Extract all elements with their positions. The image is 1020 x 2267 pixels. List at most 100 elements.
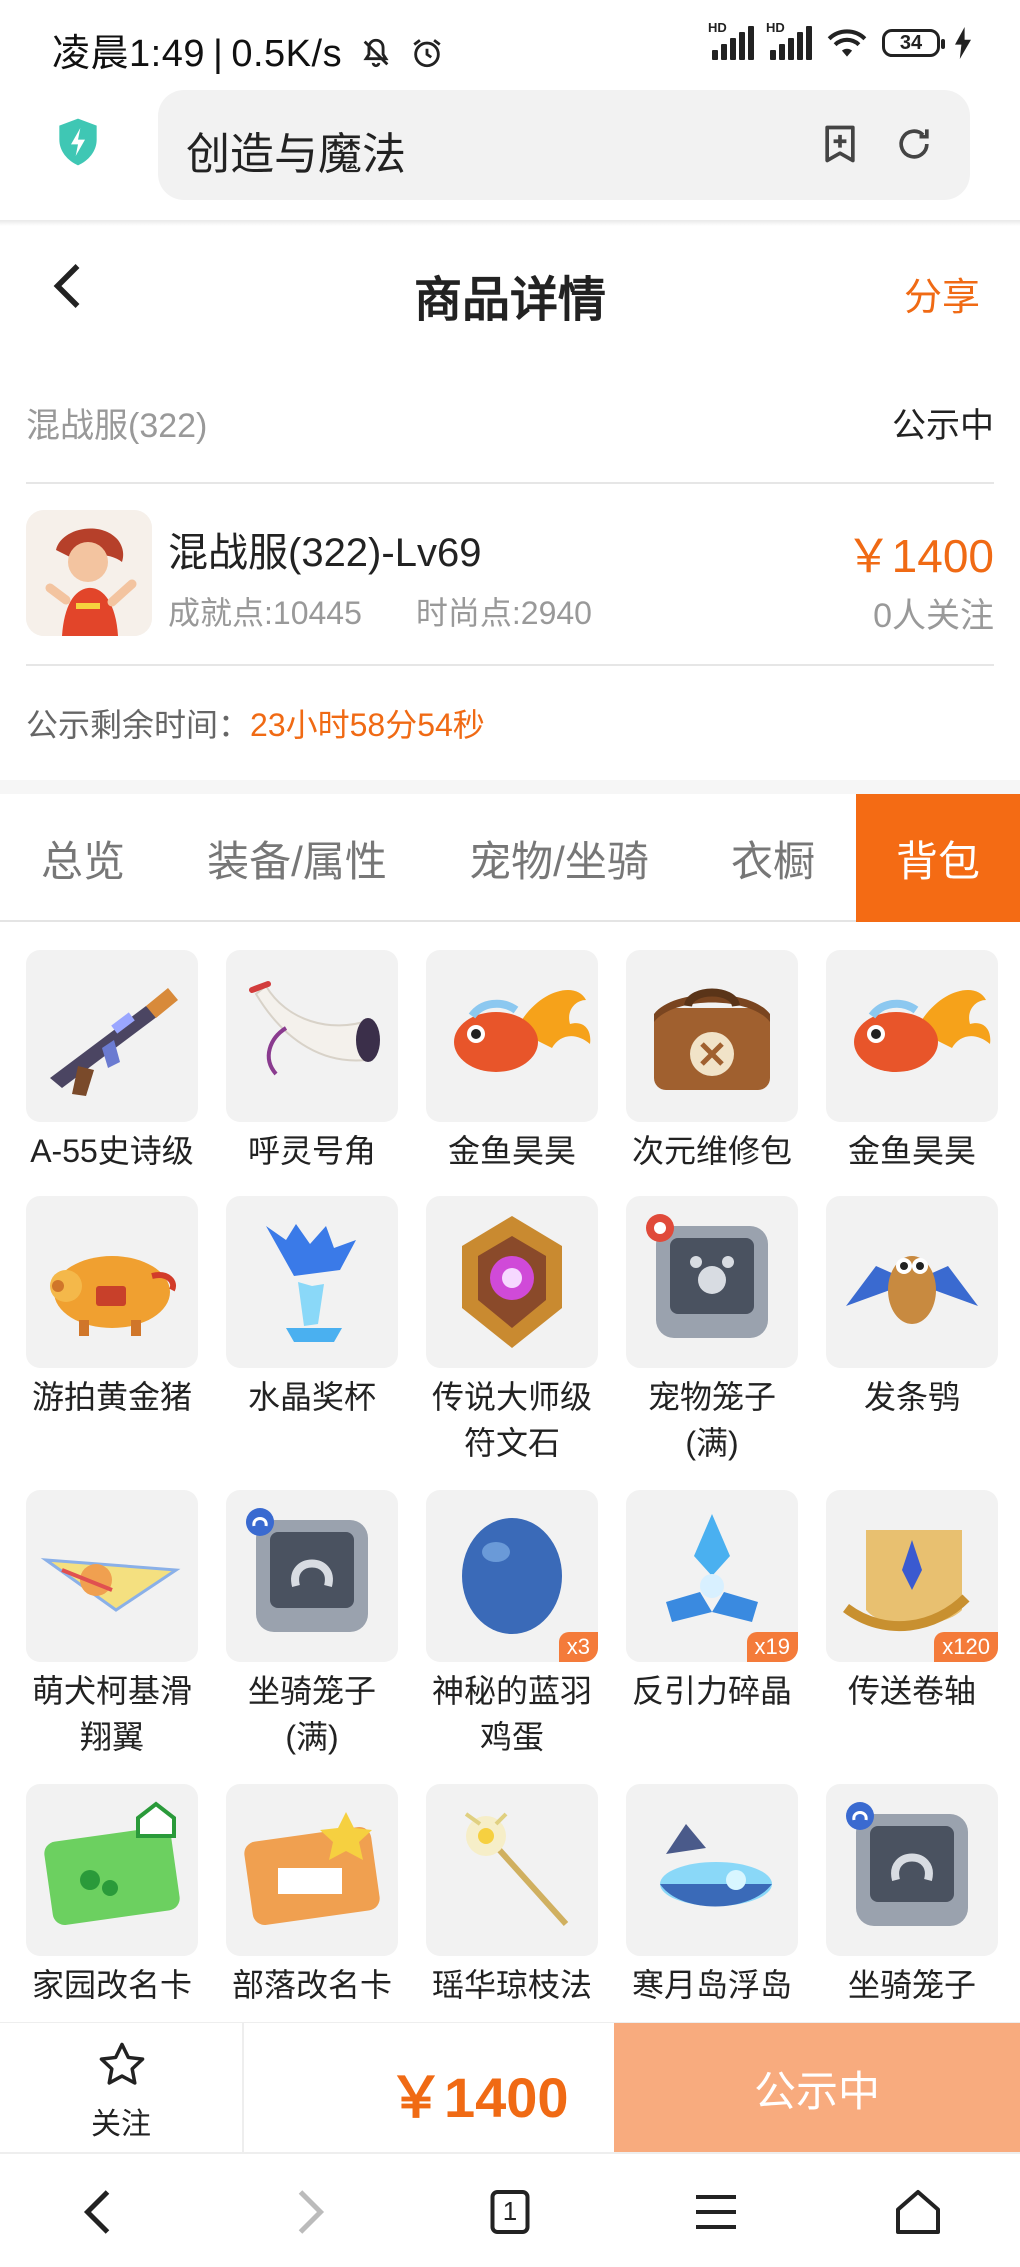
grid-item[interactable]: 发条鸮: [826, 1196, 998, 1420]
add-bookmark-icon[interactable]: [818, 122, 862, 166]
address-field[interactable]: 创造与魔法: [158, 90, 970, 200]
floating-island-icon: [626, 1784, 798, 1956]
follower-count: 0人关注: [873, 597, 994, 635]
product-price: ￥1400: [845, 530, 994, 582]
countdown-value: 23小时58分54秒: [250, 707, 485, 743]
grid-item[interactable]: 萌犬柯基滑翔翼: [26, 1490, 198, 1760]
product-summary[interactable]: 混战服(322)-Lv69 成就点:10445 时尚点:2940 ￥1400 0人…: [26, 484, 994, 666]
grid-item[interactable]: 宠物笼子(满): [626, 1196, 798, 1466]
staff-icon: [426, 1784, 598, 1956]
signal-icon-2: HD: [766, 20, 812, 60]
clockwork-owl-icon: [826, 1196, 998, 1368]
menu-icon[interactable]: [686, 2182, 746, 2242]
item-label: 金鱼昊昊: [847, 1133, 976, 1169]
grid-item[interactable]: 金鱼昊昊: [426, 950, 598, 1174]
grid-item[interactable]: x19 反引力碎晶: [626, 1490, 798, 1714]
item-label: 反引力碎晶: [631, 1673, 792, 1709]
status-bar: 凌晨1:49 | 0.5K/s HD HD 34: [0, 0, 1020, 90]
grid-item[interactable]: 寒月岛浮岛皮肤: [626, 1784, 798, 2005]
golden-pig-icon: [26, 1196, 198, 1368]
tab-count: 1: [502, 2196, 518, 2226]
home-card-icon: [26, 1784, 198, 1956]
item-label: 坐骑笼子(满): [847, 1967, 976, 2003]
product-stats: 成就点:10445 时尚点:2940: [168, 588, 592, 634]
item-label: 次元维修包: [631, 1133, 792, 1169]
publicity-status-button[interactable]: 公示中: [614, 2023, 1020, 2153]
grid-item[interactable]: 瑶华琼枝法杖: [426, 1784, 598, 2005]
crystal-trophy-icon: [226, 1196, 398, 1368]
backpack-grid: A-55史诗级 呼灵号角 金鱼昊昊 次元维修包 金鱼昊昊 游拍黄金猪 水晶奖杯 …: [26, 950, 998, 2005]
item-label: 游拍黄金猪: [31, 1379, 192, 1415]
grid-item[interactable]: 水晶奖杯: [226, 1196, 398, 1420]
mount-cage-icon: [226, 1490, 398, 1662]
tab-backpack[interactable]: 背包: [856, 794, 1020, 922]
item-label: 家园改名卡: [31, 1967, 192, 2003]
nav-forward-icon[interactable]: [278, 2182, 338, 2242]
nav-back-icon[interactable]: [70, 2182, 130, 2242]
pet-cage-icon: [626, 1196, 798, 1368]
item-label: 部落改名卡: [231, 1967, 392, 2003]
scroll-icon: x120: [826, 1490, 998, 1662]
grid-item[interactable]: 家园改名卡: [26, 1784, 198, 2005]
star-icon: [99, 2042, 145, 2085]
item-label: 传送卷轴: [847, 1673, 976, 1709]
item-label: 神秘的蓝羽鸡蛋: [431, 1673, 592, 1755]
gun-icon: [26, 950, 198, 1122]
grid-item[interactable]: 传说大师级符文石: [426, 1196, 598, 1466]
goldfish-icon: [826, 950, 998, 1122]
grid-item[interactable]: 金鱼昊昊: [826, 950, 998, 1174]
total-price: ￥1400: [388, 2066, 569, 2129]
item-label: 瑶华琼枝法杖: [431, 1967, 592, 2003]
goldfish-icon: [426, 950, 598, 1122]
browser-address-bar: 创造与魔法: [0, 90, 1020, 222]
item-label: 水晶奖杯: [247, 1379, 376, 1415]
item-label: 金鱼昊昊: [447, 1133, 576, 1169]
browser-nav-bar: 1: [0, 2152, 1020, 2267]
grid-item[interactable]: 坐骑笼子(满): [826, 1784, 998, 2005]
item-label: 呼灵号角: [247, 1133, 376, 1169]
grid-item[interactable]: A-55史诗级: [26, 950, 198, 1174]
shield-icon[interactable]: [50, 114, 106, 170]
purchase-bar: 关注 ￥1400 公示中: [0, 2022, 1020, 2153]
home-icon[interactable]: [888, 2182, 948, 2242]
grid-item[interactable]: 游拍黄金猪: [26, 1196, 198, 1420]
follow-button[interactable]: 关注: [0, 2023, 244, 2153]
status-time: 凌晨1:49 | 0.5K/s: [52, 22, 444, 77]
product-name: 混战服(322)-Lv69: [168, 531, 482, 575]
grid-item[interactable]: 呼灵号角: [226, 950, 398, 1174]
tab-wardrobe[interactable]: 衣橱: [690, 794, 856, 922]
tabs-button[interactable]: 1: [480, 2182, 540, 2242]
grid-item[interactable]: x120 传送卷轴: [826, 1490, 998, 1714]
grid-item[interactable]: 坐骑笼子(满): [226, 1490, 398, 1760]
tab-bar: 总览 装备/属性 宠物/坐骑 衣橱 背包: [0, 794, 1020, 922]
tab-pets-mounts[interactable]: 宠物/坐骑: [428, 794, 690, 922]
page-title: 商品详情: [413, 274, 606, 327]
tab-overview[interactable]: 总览: [0, 794, 166, 922]
tab-equipment[interactable]: 装备/属性: [166, 794, 428, 922]
grid-item[interactable]: 部落改名卡: [226, 1784, 398, 2005]
grid-item[interactable]: 次元维修包: [626, 950, 798, 1174]
server-name: 混战服(322): [26, 407, 208, 445]
fashion-points: 时尚点:2940: [415, 595, 592, 631]
wifi-icon: [827, 29, 867, 57]
follow-label: 关注: [91, 2108, 151, 2141]
page-header: 商品详情 分享: [0, 226, 1020, 356]
glider-icon: [26, 1490, 198, 1662]
address-text: 创造与魔法: [186, 130, 406, 179]
mount-cage-icon: [826, 1784, 998, 1956]
charging-icon: [955, 27, 971, 59]
server-row: 混战服(322) 公示中: [26, 374, 994, 484]
alarm-icon: [413, 39, 441, 68]
share-button[interactable]: 分享: [904, 266, 980, 321]
grid-item[interactable]: x3 神秘的蓝羽鸡蛋: [426, 1490, 598, 1760]
item-label: 萌犬柯基滑翔翼: [31, 1673, 192, 1755]
reload-icon[interactable]: [892, 122, 936, 166]
mute-bell-icon: [363, 38, 389, 68]
quantity-badge: x19: [746, 1632, 798, 1662]
countdown: 公示剩余时间：23小时58分54秒: [26, 700, 485, 746]
rune-stone-icon: [426, 1196, 598, 1368]
quantity-badge: x3: [558, 1632, 598, 1662]
item-label: A-55史诗级: [30, 1133, 194, 1169]
signal-icon: HD: [708, 20, 754, 60]
item-label: 发条鸮: [863, 1379, 960, 1415]
